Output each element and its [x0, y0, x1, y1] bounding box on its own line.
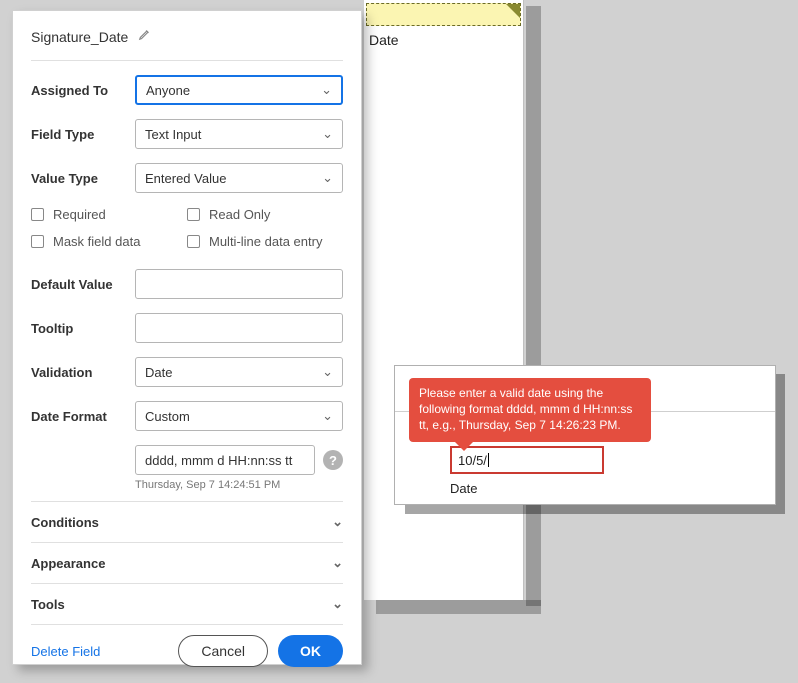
checkbox-icon [31, 208, 44, 221]
conditions-label: Conditions [31, 515, 99, 530]
value-type-value: Entered Value [145, 171, 226, 186]
field-properties-panel: Signature_Date Assigned To Anyone ⌄ Fiel… [12, 10, 362, 665]
ok-button[interactable]: OK [278, 635, 343, 667]
field-type-select[interactable]: Text Input ⌄ [135, 119, 343, 149]
conditions-section[interactable]: Conditions ⌄ [31, 501, 343, 542]
validation-error-tooltip: Please enter a valid date using the foll… [409, 378, 651, 442]
readonly-checkbox[interactable]: Read Only [187, 207, 343, 222]
checkbox-icon [187, 235, 200, 248]
mask-checkbox[interactable]: Mask field data [31, 234, 187, 249]
date-format-select[interactable]: Custom ⌄ [135, 401, 343, 431]
cancel-label: Cancel [201, 643, 245, 659]
tooltip-label: Tooltip [31, 321, 135, 336]
cancel-button[interactable]: Cancel [178, 635, 268, 667]
chevron-down-icon: ⌄ [332, 596, 343, 612]
multiline-checkbox[interactable]: Multi-line data entry [187, 234, 343, 249]
edit-name-icon[interactable] [138, 27, 152, 46]
corner-fold-icon [506, 4, 520, 18]
format-preview-text: Thursday, Sep 7 14:24:51 PM [135, 479, 343, 491]
date-input-value: 10/5/ [458, 453, 487, 468]
field-placeholder-label: Date [369, 32, 399, 48]
required-checkbox[interactable]: Required [31, 207, 187, 222]
validation-value: Date [145, 365, 172, 380]
date-field-label: Date [450, 481, 477, 496]
checkbox-icon [187, 208, 200, 221]
ok-label: OK [300, 643, 321, 659]
tools-section[interactable]: Tools ⌄ [31, 583, 343, 625]
appearance-label: Appearance [31, 556, 105, 571]
chevron-down-icon: ⌄ [332, 555, 343, 571]
chevron-down-icon: ⌄ [322, 126, 333, 142]
date-input-field[interactable]: 10/5/ [450, 446, 604, 474]
date-format-value: Custom [145, 409, 190, 424]
field-type-label: Field Type [31, 127, 135, 142]
chevron-down-icon: ⌄ [322, 170, 333, 186]
text-caret-icon [488, 453, 489, 467]
date-format-label: Date Format [31, 409, 135, 424]
assigned-to-label: Assigned To [31, 83, 135, 98]
chevron-down-icon: ⌄ [332, 514, 343, 530]
help-icon[interactable]: ? [323, 450, 343, 470]
default-value-input[interactable] [135, 269, 343, 299]
shadow [376, 600, 541, 614]
field-type-value: Text Input [145, 127, 201, 142]
assigned-to-select[interactable]: Anyone ⌄ [135, 75, 343, 105]
validation-select[interactable]: Date ⌄ [135, 357, 343, 387]
value-type-label: Value Type [31, 171, 135, 186]
chevron-down-icon: ⌄ [322, 408, 333, 424]
value-type-select[interactable]: Entered Value ⌄ [135, 163, 343, 193]
default-value-label: Default Value [31, 277, 135, 292]
required-label: Required [53, 207, 106, 222]
assigned-to-value: Anyone [146, 83, 190, 98]
divider [31, 60, 343, 61]
format-string-input[interactable]: dddd, mmm d HH:nn:ss tt [135, 445, 315, 475]
checkbox-icon [31, 235, 44, 248]
multiline-label: Multi-line data entry [209, 234, 322, 249]
chevron-down-icon: ⌄ [322, 364, 333, 380]
validation-error-text: Please enter a valid date using the foll… [419, 386, 632, 432]
shadow [526, 6, 541, 606]
tooltip-input[interactable] [135, 313, 343, 343]
appearance-section[interactable]: Appearance ⌄ [31, 542, 343, 583]
chevron-down-icon: ⌄ [321, 82, 332, 98]
validation-label: Validation [31, 365, 135, 380]
delete-field-link[interactable]: Delete Field [31, 644, 100, 659]
mask-label: Mask field data [53, 234, 140, 249]
readonly-label: Read Only [209, 207, 270, 222]
tools-label: Tools [31, 597, 65, 612]
format-string-value: dddd, mmm d HH:nn:ss tt [145, 453, 292, 468]
panel-title: Signature_Date [31, 29, 128, 45]
field-placeholder[interactable] [366, 3, 521, 26]
